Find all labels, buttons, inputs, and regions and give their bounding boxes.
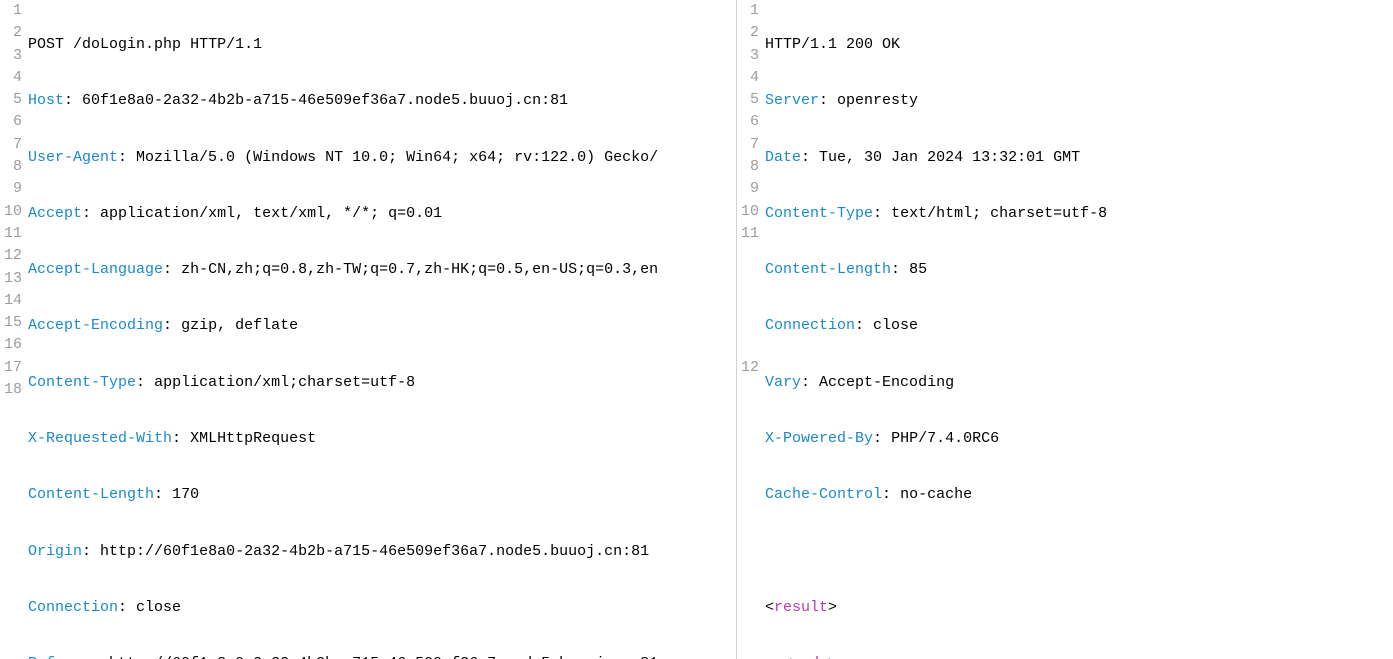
request-header: Content-Length: 170 [26,484,736,506]
request-header: Referer: http://60f1e8a0-2a32-4b2b-a715-… [26,653,736,659]
response-gutter: 123456789101112 [737,0,763,379]
request-editor[interactable]: POST /doLogin.php HTTP/1.1 Host: 60f1e8a… [26,0,736,659]
status-line: HTTP/1.1 200 OK [763,34,1393,56]
request-header: User-Agent: Mozilla/5.0 (Windows NT 10.0… [26,147,736,169]
request-header: Origin: http://60f1e8a0-2a32-4b2b-a715-4… [26,541,736,563]
response-header: Content-Type: text/html; charset=utf-8 [763,203,1393,225]
xml-tag: <code> [763,653,1393,659]
response-pane: 123456789101112 HTTP/1.1 200 OK Server: … [737,0,1393,659]
request-gutter: 123456789101112131415161718 [0,0,26,401]
request-header: Accept: application/xml, text/xml, */*; … [26,203,736,225]
response-header: Date: Tue, 30 Jan 2024 13:32:01 GMT [763,147,1393,169]
request-pane: 123456789101112131415161718 POST /doLogi… [0,0,737,659]
response-header: X-Powered-By: PHP/7.4.0RC6 [763,428,1393,450]
request-line: POST /doLogin.php HTTP/1.1 [26,34,736,56]
request-header: X-Requested-With: XMLHttpRequest [26,428,736,450]
xml-tag: <result> [763,597,1393,619]
request-header: Content-Type: application/xml;charset=ut… [26,372,736,394]
response-blank [763,541,1393,563]
response-header: Server: openresty [763,90,1393,112]
request-header: Connection: close [26,597,736,619]
response-header: Content-Length: 85 [763,259,1393,281]
request-header: Accept-Language: zh-CN,zh;q=0.8,zh-TW;q=… [26,259,736,281]
response-editor[interactable]: HTTP/1.1 200 OK Server: openresty Date: … [763,0,1393,659]
request-header: Host: 60f1e8a0-2a32-4b2b-a715-46e509ef36… [26,90,736,112]
response-header: Connection: close [763,315,1393,337]
response-header: Cache-Control: no-cache [763,484,1393,506]
request-header: Accept-Encoding: gzip, deflate [26,315,736,337]
response-header: Vary: Accept-Encoding [763,372,1393,394]
